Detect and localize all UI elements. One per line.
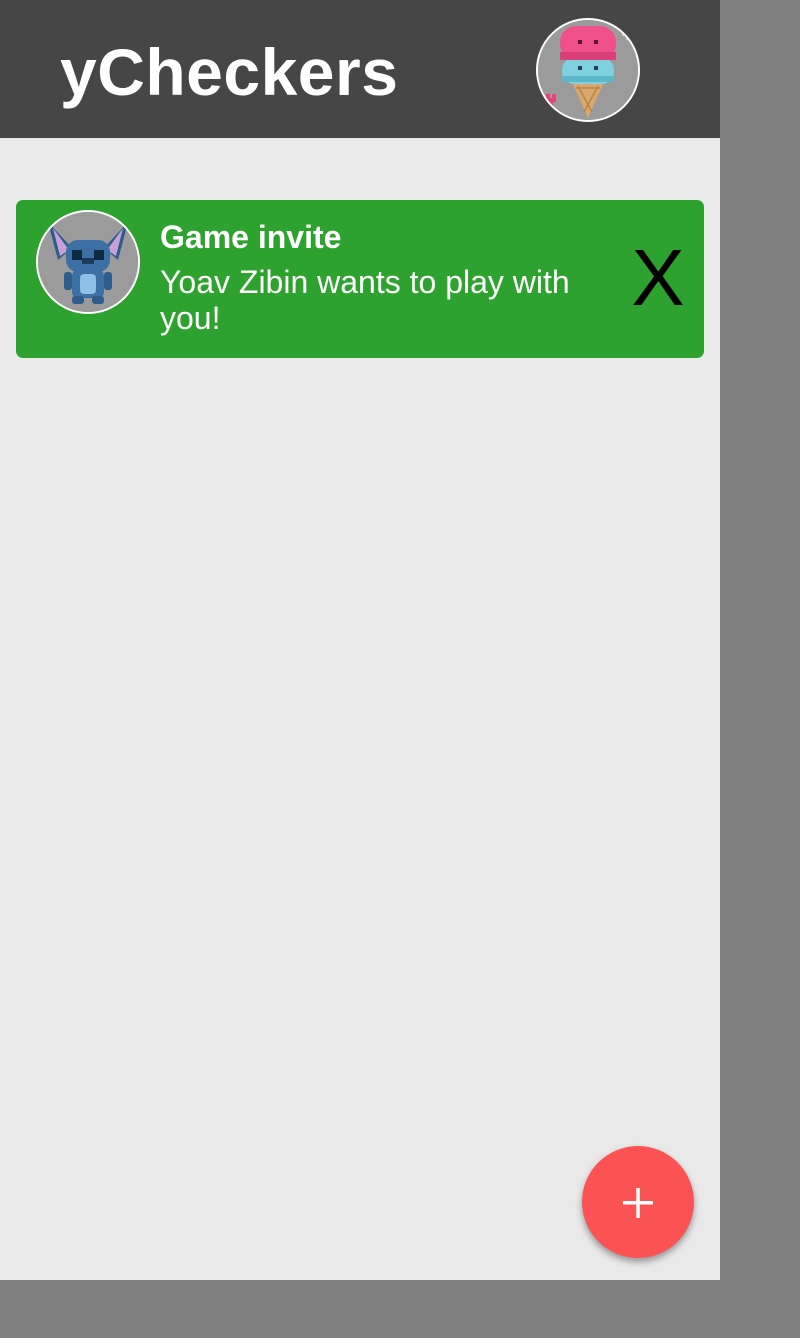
dismiss-button[interactable]: X xyxy=(626,236,690,320)
game-invite-notification[interactable]: Game invite Yoav Zibin wants to play wit… xyxy=(16,200,704,358)
notification-message: Yoav Zibin wants to play with you! xyxy=(160,264,570,336)
app-window: yCheckers Game invite Yoav Zibin wants t… xyxy=(0,0,720,1280)
profile-avatar[interactable] xyxy=(536,18,640,122)
new-game-button[interactable] xyxy=(582,1146,694,1258)
notification-title: Game invite xyxy=(160,219,342,255)
plus-icon xyxy=(623,1188,653,1218)
stitch-avatar-icon xyxy=(38,212,138,312)
app-header: yCheckers xyxy=(0,0,720,138)
app-title: yCheckers xyxy=(60,35,399,109)
ice-cream-avatar-icon xyxy=(538,20,638,120)
sender-avatar xyxy=(36,210,140,314)
